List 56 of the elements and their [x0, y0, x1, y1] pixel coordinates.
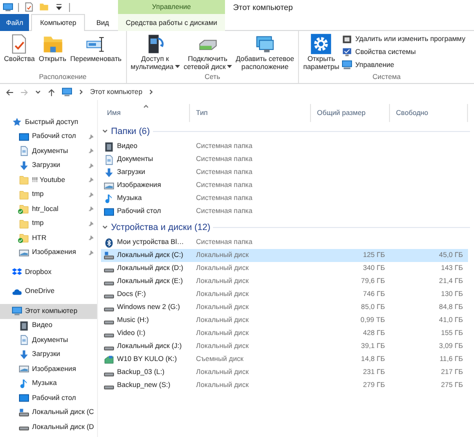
folder-icon	[19, 218, 29, 229]
desktop-icon	[104, 206, 114, 216]
download-arrow-icon	[104, 168, 114, 178]
film-icon	[104, 142, 114, 152]
pin-icon[interactable]	[88, 148, 94, 154]
document-check-icon[interactable]	[24, 2, 34, 12]
bluetooth-icon	[104, 238, 114, 248]
folder-icon	[19, 175, 29, 186]
document-icon	[19, 146, 29, 156]
pin-icon[interactable]	[88, 235, 94, 242]
removable-drive-icon	[104, 354, 114, 364]
document-icon	[19, 335, 29, 346]
chevron-icon	[102, 128, 108, 134]
chevron-icon	[102, 224, 108, 230]
pin-icon[interactable]	[88, 192, 94, 198]
folder-icon	[19, 190, 29, 200]
computer-icon	[62, 87, 72, 97]
group-header[interactable]: Устройства и диски (12)	[101, 218, 474, 236]
picture-icon	[19, 248, 29, 258]
computer-icon[interactable]	[3, 2, 13, 12]
desktop-icon	[19, 132, 29, 142]
chevron-right-icon[interactable]	[148, 89, 154, 95]
desktop-icon	[19, 393, 29, 404]
pin-icon[interactable]	[88, 220, 94, 227]
document-icon	[104, 154, 114, 164]
open-box-icon	[12, 267, 22, 278]
chevron-right-icon[interactable]	[78, 89, 84, 95]
picture-icon	[19, 364, 29, 374]
monitor-icon	[254, 33, 276, 55]
pin-icon[interactable]	[88, 162, 94, 169]
star-icon	[12, 117, 22, 128]
download-arrow-icon	[19, 350, 29, 360]
dropdown-icon[interactable]	[54, 2, 64, 12]
cloud-icon	[12, 286, 22, 297]
system-drive-icon	[19, 408, 29, 418]
pin-icon[interactable]	[88, 250, 94, 256]
group-header[interactable]: Папки (6)	[101, 122, 474, 140]
monitor-check-icon	[342, 47, 352, 57]
music-note-icon	[19, 378, 29, 389]
forward-icon[interactable]	[20, 88, 29, 96]
picture-icon	[104, 180, 114, 190]
computer-icon	[12, 306, 22, 316]
pin-icon[interactable]	[88, 206, 94, 212]
film-icon	[19, 320, 29, 331]
back-icon[interactable]	[5, 88, 14, 96]
folder-icon[interactable]	[39, 2, 49, 12]
window-title: Этот компьютер	[232, 2, 293, 14]
music-note-icon	[104, 194, 114, 204]
computer-icon	[342, 60, 352, 70]
system-drive-icon	[104, 250, 114, 260]
box-icon	[342, 34, 352, 44]
chevron-down-icon[interactable]	[35, 89, 41, 95]
pin-icon[interactable]	[88, 177, 94, 184]
pin-icon[interactable]	[88, 134, 94, 140]
up-arrow-icon[interactable]	[47, 88, 56, 96]
download-arrow-icon	[19, 160, 29, 171]
